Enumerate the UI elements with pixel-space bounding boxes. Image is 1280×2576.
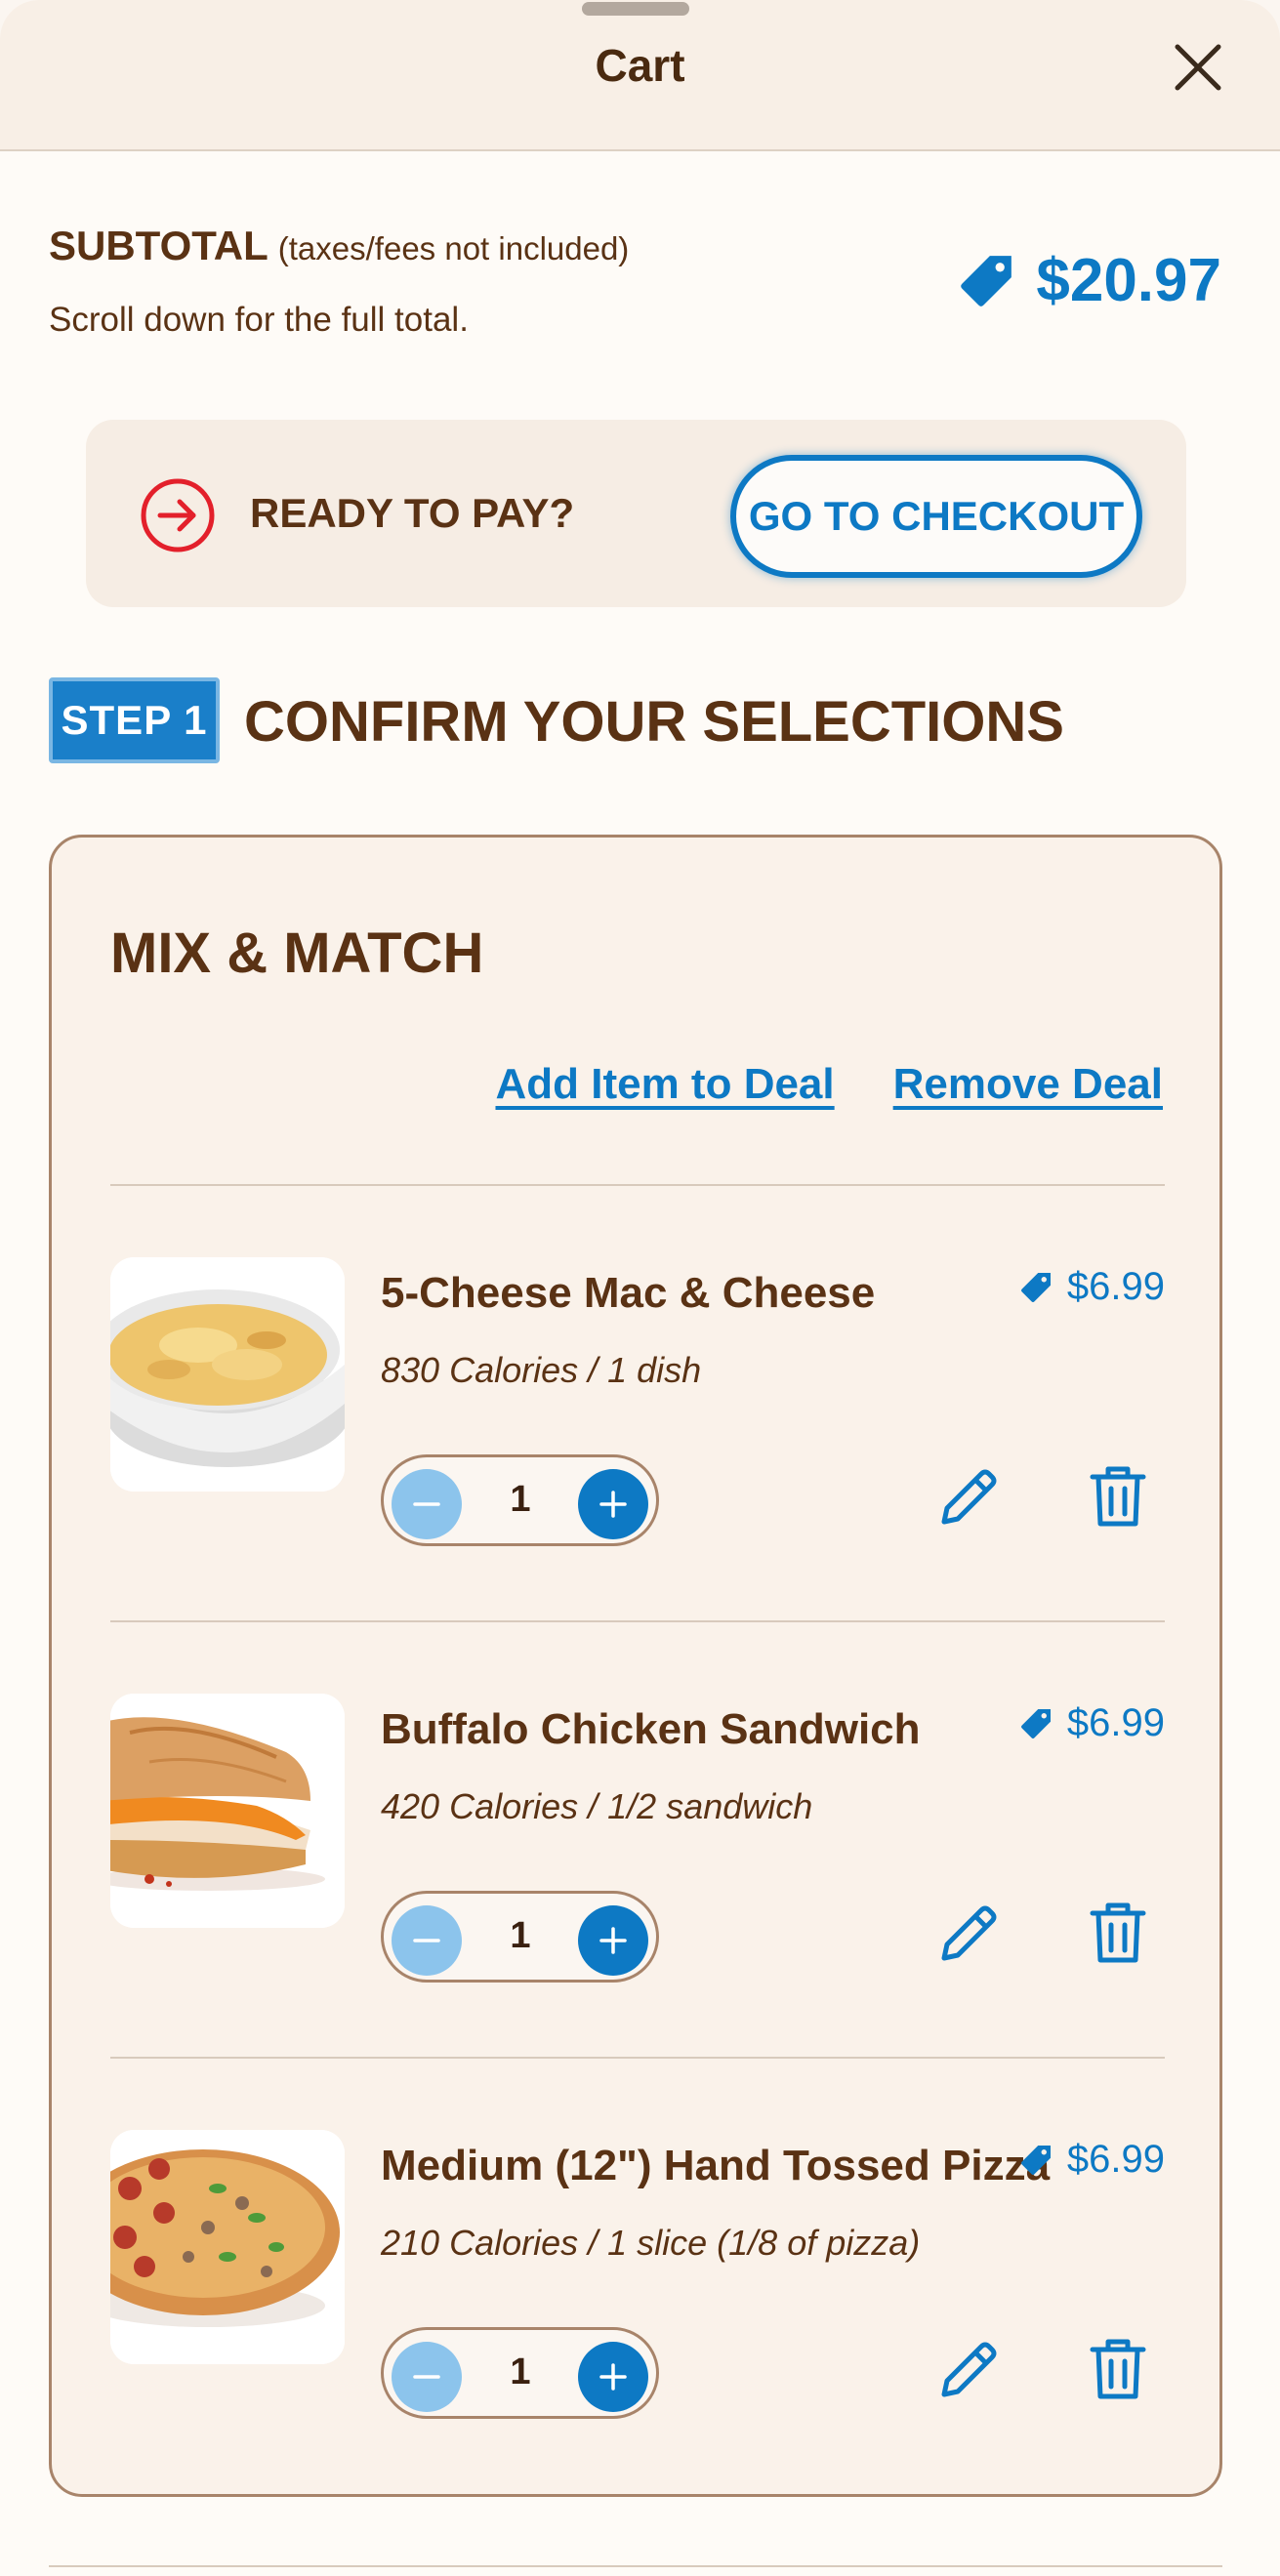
price-tag-icon — [1020, 2145, 1051, 2175]
increase-quantity-button[interactable] — [578, 2342, 648, 2412]
minus-icon — [413, 1502, 440, 1506]
pencil-icon — [941, 1905, 997, 1961]
delete-item-button[interactable] — [1079, 1894, 1157, 1972]
edit-item-button[interactable] — [930, 1894, 1009, 1972]
subtotal-label: SUBTOTAL (taxes/fees not included) — [49, 223, 629, 269]
subtotal-amount: $20.97 — [1036, 247, 1221, 314]
quantity-stepper: 1 — [381, 2327, 659, 2419]
page-title: Cart — [595, 40, 685, 91]
item-price: $6.99 — [1018, 1265, 1165, 1309]
item-price-value: $6.99 — [1066, 2138, 1165, 2181]
item-name: Medium (12") Hand Tossed Pizza — [381, 2142, 1051, 2189]
arrow-right-circle-icon — [139, 476, 217, 554]
price-tag-icon — [961, 255, 1012, 307]
plus-icon — [599, 1491, 627, 1518]
sheet-grabber-handle[interactable] — [582, 2, 689, 16]
mac-and-cheese-image — [110, 1257, 345, 1492]
step-title: CONFIRM YOUR SELECTIONS — [244, 690, 1064, 754]
divider — [110, 1184, 1165, 1186]
cart-item: Buffalo Chicken Sandwich 420 Calories / … — [110, 1694, 1165, 1986]
quantity-value: 1 — [510, 1915, 531, 1956]
edit-item-button[interactable] — [930, 1457, 1009, 1535]
ready-to-pay-label: READY TO PAY? — [250, 490, 575, 536]
cart-item: 5-Cheese Mac & Cheese 830 Calories / 1 d… — [110, 1257, 1165, 1550]
divider — [110, 1620, 1165, 1622]
item-calories: 830 Calories / 1 dish — [381, 1350, 702, 1390]
pizza-image — [110, 2130, 345, 2364]
ready-to-pay-panel: READY TO PAY? GO TO CHECKOUT — [86, 420, 1186, 607]
quantity-value: 1 — [510, 2351, 531, 2392]
add-item-to-deal-link[interactable]: Add Item to Deal — [495, 1060, 834, 1109]
quantity-stepper: 1 — [381, 1454, 659, 1546]
subtotal-heading: SUBTOTAL — [49, 223, 268, 268]
increase-quantity-button[interactable] — [578, 1469, 648, 1539]
sandwich-image — [110, 1694, 345, 1928]
edit-item-button[interactable] — [930, 2330, 1009, 2408]
close-button[interactable] — [1170, 39, 1226, 96]
decrease-quantity-button[interactable] — [392, 1905, 462, 1976]
delete-item-button[interactable] — [1079, 1457, 1157, 1535]
remove-deal-link[interactable]: Remove Deal — [893, 1060, 1163, 1109]
go-to-checkout-button[interactable]: GO TO CHECKOUT — [730, 455, 1142, 578]
close-icon — [1175, 44, 1221, 91]
pencil-icon — [941, 1469, 997, 1525]
decrease-quantity-button[interactable] — [392, 2342, 462, 2412]
minus-icon — [413, 2375, 440, 2379]
trash-icon — [1090, 1466, 1146, 1527]
item-calories: 210 Calories / 1 slice (1/8 of pizza) — [381, 2223, 921, 2263]
quantity-stepper: 1 — [381, 1891, 659, 1983]
cart-header: Cart — [0, 0, 1280, 151]
scroll-note: Scroll down for the full total. — [49, 301, 469, 339]
deal-card: MIX & MATCH Add Item to Deal Remove Deal — [49, 835, 1222, 2497]
item-name: Buffalo Chicken Sandwich — [381, 1705, 921, 1753]
pencil-icon — [941, 2342, 997, 2397]
minus-icon — [413, 1939, 440, 1942]
cart-sheet: Cart SUBTOTAL (taxes/fees not included) S… — [0, 0, 1280, 2576]
decrease-quantity-button[interactable] — [392, 1469, 462, 1539]
item-price: $6.99 — [1018, 2138, 1165, 2182]
price-tag-icon — [1020, 1708, 1051, 1738]
deal-actions: Add Item to Deal Remove Deal — [495, 1060, 1163, 1109]
trash-icon — [1090, 2339, 1146, 2399]
trash-icon — [1090, 1902, 1146, 1963]
plus-icon — [599, 2363, 627, 2391]
divider — [110, 2057, 1165, 2059]
plus-icon — [599, 1927, 627, 1954]
item-name: 5-Cheese Mac & Cheese — [381, 1269, 876, 1317]
item-price-value: $6.99 — [1066, 1701, 1165, 1744]
item-price-value: $6.99 — [1066, 1265, 1165, 1308]
cart-item: Medium (12") Hand Tossed Pizza 210 Calor… — [110, 2130, 1165, 2423]
step-badge: STEP 1 — [49, 677, 220, 763]
deal-title: MIX & MATCH — [110, 921, 484, 985]
price-tag-icon — [1020, 1272, 1051, 1302]
subtotal-note: (taxes/fees not included) — [277, 230, 630, 266]
increase-quantity-button[interactable] — [578, 1905, 648, 1976]
quantity-value: 1 — [510, 1479, 531, 1520]
delete-item-button[interactable] — [1079, 2330, 1157, 2408]
item-calories: 420 Calories / 1/2 sandwich — [381, 1786, 813, 1826]
divider — [49, 2565, 1222, 2567]
item-price: $6.99 — [1018, 1701, 1165, 1745]
subtotal-price: $20.97 — [956, 246, 1221, 315]
